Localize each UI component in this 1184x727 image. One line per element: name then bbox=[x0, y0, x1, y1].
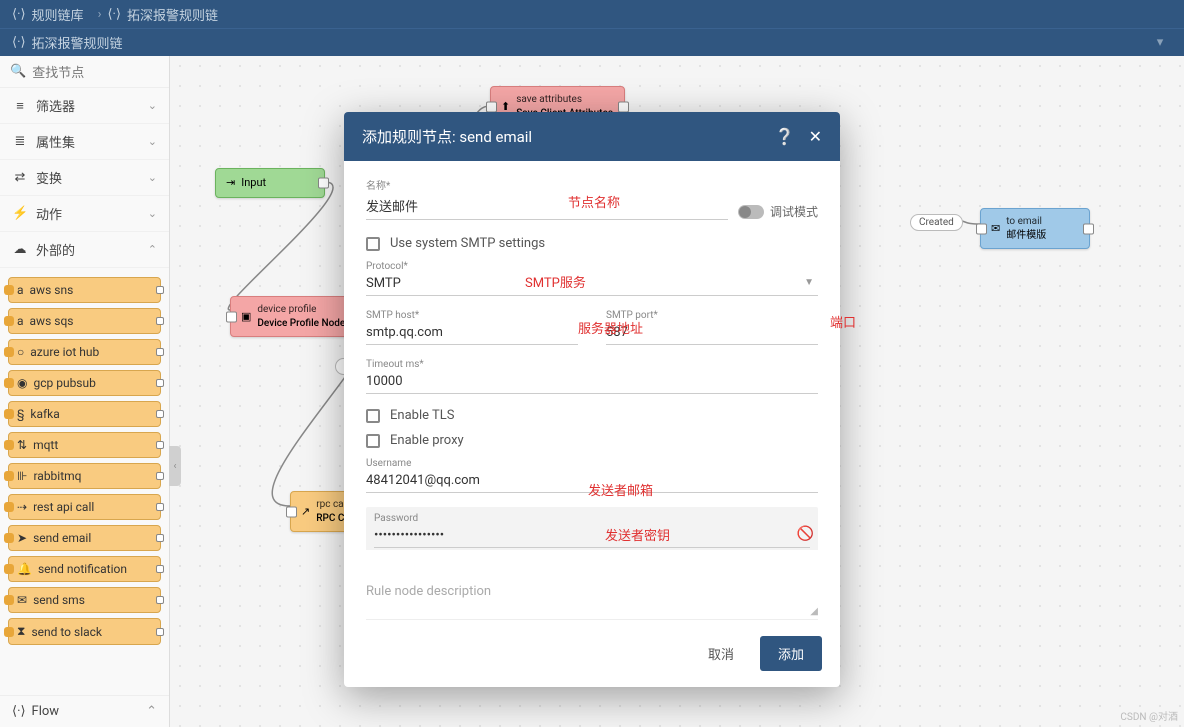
add-node-modal: 添加规则节点: send email ❔ ✕ 名称* 发送邮件 调试模式 Use… bbox=[344, 112, 840, 687]
debug-label: 调试模式 bbox=[770, 203, 818, 220]
checkbox-icon bbox=[366, 434, 380, 448]
modal-body: 名称* 发送邮件 调试模式 Use system SMTP settings P… bbox=[344, 161, 840, 624]
name-input[interactable]: 发送邮件 bbox=[366, 194, 728, 220]
use-system-label: Use system SMTP settings bbox=[390, 236, 545, 251]
protocol-label: Protocol* bbox=[366, 261, 818, 272]
chevron-down-icon: ▼ bbox=[804, 277, 814, 288]
cancel-button[interactable]: 取消 bbox=[690, 636, 752, 671]
timeout-label: Timeout ms* bbox=[366, 359, 818, 370]
modal-header: 添加规则节点: send email ❔ ✕ bbox=[344, 112, 840, 161]
host-label: SMTP host* bbox=[366, 310, 578, 321]
modal-footer: 取消 添加 bbox=[344, 624, 840, 687]
watermark: CSDN @对酒 bbox=[1120, 708, 1178, 723]
enable-tls-checkbox[interactable]: Enable TLS bbox=[366, 408, 818, 423]
modal-title: 添加规则节点: send email bbox=[362, 126, 532, 147]
host-input[interactable]: smtp.qq.com bbox=[366, 323, 578, 345]
protocol-select[interactable]: SMTP bbox=[366, 274, 818, 296]
visibility-off-icon[interactable]: 🚫 bbox=[797, 526, 814, 542]
checkbox-icon bbox=[366, 409, 380, 423]
add-button[interactable]: 添加 bbox=[760, 636, 822, 671]
close-icon[interactable]: ✕ bbox=[809, 127, 822, 146]
help-icon[interactable]: ❔ bbox=[775, 127, 795, 146]
tls-label: Enable TLS bbox=[390, 408, 454, 423]
modal-overlay: 添加规则节点: send email ❔ ✕ 名称* 发送邮件 调试模式 Use… bbox=[0, 0, 1184, 727]
use-system-smtp-checkbox[interactable]: Use system SMTP settings bbox=[366, 236, 818, 251]
password-label: Password bbox=[374, 513, 810, 524]
description-textarea[interactable]: Rule node description ◢ bbox=[366, 570, 818, 620]
password-input[interactable]: •••••••••••••••• bbox=[374, 526, 810, 548]
enable-proxy-checkbox[interactable]: Enable proxy bbox=[366, 433, 818, 448]
desc-placeholder: Rule node description bbox=[366, 584, 491, 599]
toggle-switch[interactable] bbox=[738, 205, 764, 219]
timeout-input[interactable]: 10000 bbox=[366, 372, 818, 394]
debug-toggle[interactable]: 调试模式 bbox=[738, 203, 818, 220]
port-label: SMTP port* bbox=[606, 310, 818, 321]
username-label: Username bbox=[366, 458, 818, 469]
checkbox-icon bbox=[366, 237, 380, 251]
port-input[interactable]: 587 bbox=[606, 323, 818, 345]
name-label: 名称* bbox=[366, 177, 728, 192]
proxy-label: Enable proxy bbox=[390, 433, 464, 448]
resize-icon[interactable]: ◢ bbox=[810, 606, 818, 617]
username-input[interactable]: 48412041@qq.com bbox=[366, 471, 818, 493]
